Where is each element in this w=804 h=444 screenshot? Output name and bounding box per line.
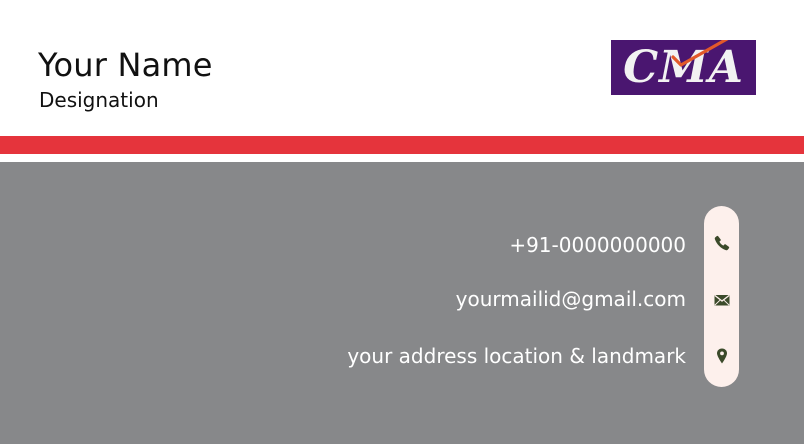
check-mark-icon [671,40,729,67]
mail-icon [714,294,730,306]
red-divider-band [0,136,804,154]
postal-address: your address location & landmark [347,344,686,368]
location-pin-icon [717,348,727,364]
phone-number: +91-0000000000 [509,233,686,257]
person-name: Your Name [38,46,213,84]
phone-icon [714,235,730,251]
person-designation: Designation [39,88,159,112]
email-address: yourmailid@gmail.com [455,287,686,311]
business-card: Your Name Designation CMA +91-0000000000… [0,0,804,444]
white-divider-gap [0,154,804,162]
cma-logo: CMA [611,40,756,95]
